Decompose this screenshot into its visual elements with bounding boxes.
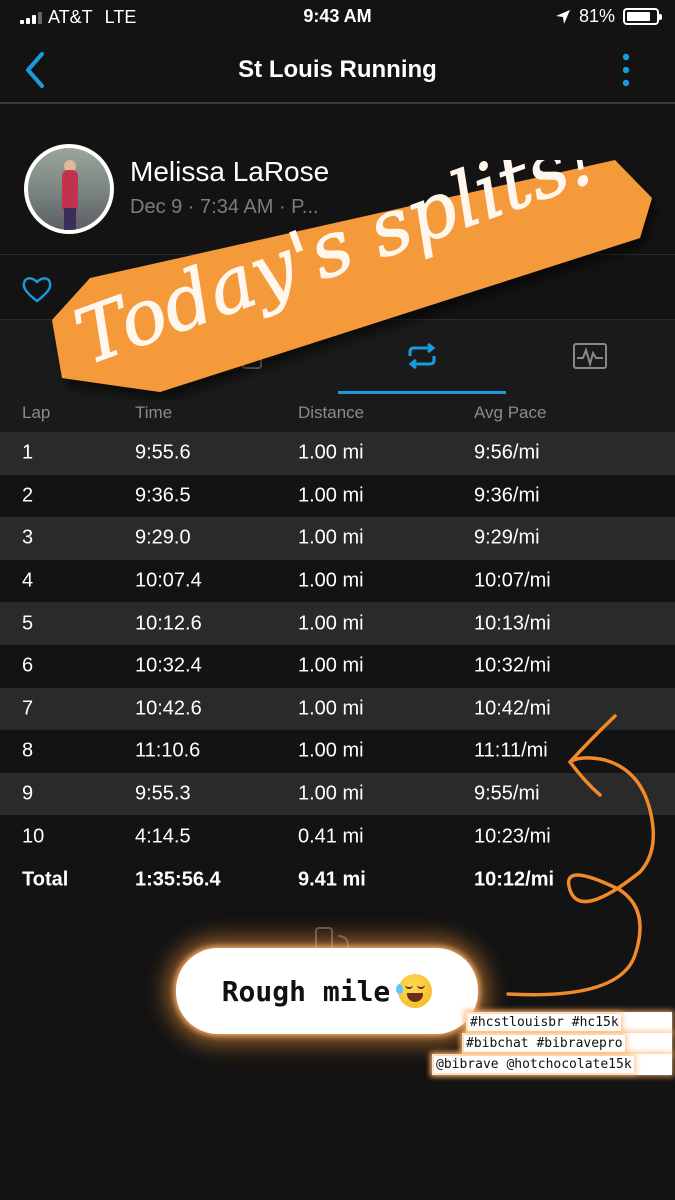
pace-cell: 9:29/mi xyxy=(474,526,540,549)
distance-cell: 1.00 mi xyxy=(298,484,364,507)
column-header-lap: Lap xyxy=(22,403,51,422)
time-cell: 9:29.0 xyxy=(135,526,191,549)
lap-cell: 1 xyxy=(22,441,34,464)
lap-cell: 8 xyxy=(22,739,34,762)
column-header-time: Time xyxy=(135,403,173,422)
column-header-distance: Distance xyxy=(298,403,365,422)
battery-icon xyxy=(623,8,662,25)
distance-cell: 0.41 mi xyxy=(298,825,364,848)
time-cell: 9:36.5 xyxy=(135,484,191,507)
lap-cell: 5 xyxy=(22,612,34,635)
page-title: St Louis Running xyxy=(238,56,437,83)
status-bar: AT&T LTE 9:43 AM 81% xyxy=(0,0,675,36)
table-row[interactable]: 2 9:36.5 1.00 mi 9:36/mi xyxy=(0,474,675,518)
pace-cell: 10:32/mi xyxy=(474,654,551,677)
distance-cell: 1.00 mi xyxy=(298,612,364,635)
splits-sticker: Today's splits! xyxy=(52,160,652,392)
table-row[interactable]: 1 9:55.6 1.00 mi 9:56/mi xyxy=(0,432,675,475)
note-text: Rough mile xyxy=(221,974,391,1008)
battery-percent: 81% xyxy=(578,6,615,26)
pace-cell: 10:13/mi xyxy=(474,612,551,635)
time-cell: 4:14.5 xyxy=(135,825,191,848)
table-row[interactable]: 5 10:12.6 1.00 mi 10:13/mi xyxy=(0,602,675,645)
hashtag-line: #bibchat #bibravepro xyxy=(464,1035,625,1052)
pace-cell: 9:56/mi xyxy=(474,441,540,464)
lap-cell: 3 xyxy=(22,526,34,549)
total-distance: 9.41 mi xyxy=(298,868,366,891)
time-cell: 9:55.6 xyxy=(135,441,191,464)
hashtag-line: #hcstlouisbr #hc15k xyxy=(468,1014,621,1031)
vertical-dots-icon[interactable] xyxy=(621,52,631,88)
lap-cell: 2 xyxy=(22,484,34,507)
table-row[interactable]: 3 9:29.0 1.00 mi 9:29/mi xyxy=(0,517,675,560)
distance-cell: 1.00 mi xyxy=(298,441,364,464)
status-right: 81% xyxy=(555,6,662,27)
pace-cell: 9:36/mi xyxy=(474,484,540,507)
distance-cell: 1.00 mi xyxy=(298,569,364,592)
total-time: 1:35:56.4 xyxy=(135,868,221,891)
lap-cell: 9 xyxy=(22,782,34,805)
nav-header: St Louis Running xyxy=(0,36,675,104)
distance-cell: 1.00 mi xyxy=(298,697,364,720)
lap-cell: 7 xyxy=(22,697,34,720)
time-cell: 9:55.3 xyxy=(135,782,191,805)
table-row[interactable]: 6 10:32.4 1.00 mi 10:32/mi xyxy=(0,644,675,688)
hand-drawn-arrow xyxy=(506,714,656,997)
laughing-emoji-icon xyxy=(396,974,433,1008)
time-cell: 10:07.4 xyxy=(135,569,202,592)
location-arrow-icon xyxy=(555,9,570,24)
column-header-pace: Avg Pace xyxy=(474,403,547,422)
time-cell: 10:32.4 xyxy=(135,654,202,677)
time-cell: 10:12.6 xyxy=(135,612,202,635)
table-row[interactable]: 4 10:07.4 1.00 mi 10:07/mi xyxy=(0,559,675,603)
time-cell: 11:10.6 xyxy=(135,739,201,762)
distance-cell: 1.00 mi xyxy=(298,782,364,805)
distance-cell: 1.00 mi xyxy=(298,654,364,677)
time-cell: 10:42.6 xyxy=(135,697,202,720)
lap-cell: 4 xyxy=(22,569,34,592)
distance-cell: 1.00 mi xyxy=(298,739,364,762)
total-label: Total xyxy=(22,868,69,891)
hashtags: #hcstlouisbr #hc15k #bibchat #bibravepro… xyxy=(432,1012,672,1075)
distance-cell: 1.00 mi xyxy=(298,526,364,549)
lap-cell: 6 xyxy=(22,654,34,677)
hashtag-line: @bibrave @hotchocolate15k xyxy=(434,1056,634,1073)
battery-fill xyxy=(627,12,650,21)
lap-cell: 10 xyxy=(22,825,45,848)
pace-cell: 10:07/mi xyxy=(474,569,551,592)
